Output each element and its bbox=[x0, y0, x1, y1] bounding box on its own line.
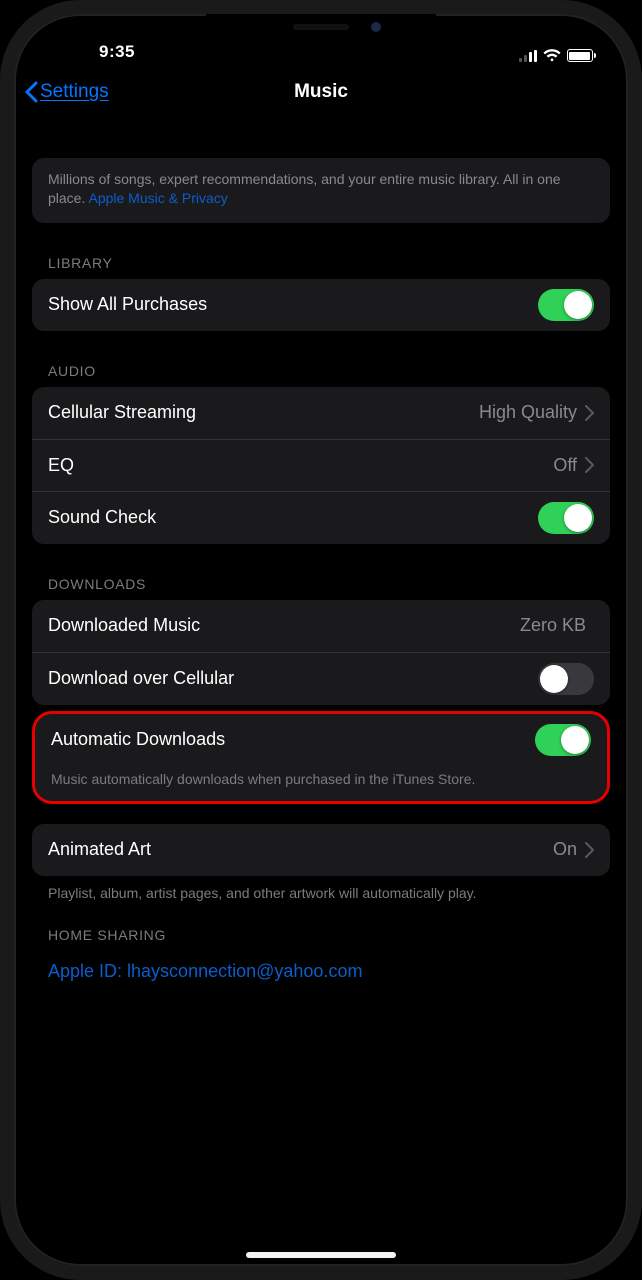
downloaded-music-row[interactable]: Downloaded Music Zero KB bbox=[32, 600, 610, 652]
animated-art-value: On bbox=[553, 839, 577, 860]
screen: 9:35 Settings Music bbox=[14, 14, 628, 1266]
section-header-home-sharing: HOME SHARING bbox=[48, 927, 610, 943]
intro-card: Millions of songs, expert recommendation… bbox=[32, 158, 610, 223]
chevron-right-icon bbox=[585, 405, 594, 421]
show-all-purchases-row[interactable]: Show All Purchases bbox=[32, 279, 610, 331]
audio-group: Cellular Streaming High Quality EQ Off S… bbox=[32, 387, 610, 544]
eq-value: Off bbox=[553, 455, 577, 476]
automatic-downloads-highlight: Automatic Downloads Music automatically … bbox=[32, 711, 610, 804]
chevron-left-icon bbox=[24, 81, 38, 103]
status-icons bbox=[519, 49, 605, 62]
animated-art-label: Animated Art bbox=[48, 839, 553, 860]
home-indicator[interactable] bbox=[246, 1252, 396, 1258]
show-all-purchases-toggle[interactable] bbox=[538, 289, 594, 321]
chevron-right-icon bbox=[585, 842, 594, 858]
downloaded-music-label: Downloaded Music bbox=[48, 615, 520, 636]
animated-art-footer: Playlist, album, artist pages, and other… bbox=[32, 876, 610, 903]
eq-row[interactable]: EQ Off bbox=[32, 439, 610, 491]
show-all-purchases-label: Show All Purchases bbox=[48, 294, 538, 315]
battery-icon bbox=[567, 49, 597, 62]
cellular-streaming-label: Cellular Streaming bbox=[48, 402, 479, 423]
downloaded-music-value: Zero KB bbox=[520, 615, 586, 636]
animated-art-row[interactable]: Animated Art On bbox=[32, 824, 610, 876]
eq-label: EQ bbox=[48, 455, 553, 476]
notch bbox=[206, 14, 436, 48]
sound-check-toggle[interactable] bbox=[538, 502, 594, 534]
download-over-cellular-row[interactable]: Download over Cellular bbox=[32, 652, 610, 705]
library-group: Show All Purchases bbox=[32, 279, 610, 331]
apple-id-row[interactable]: Apple ID: lhaysconnection@yahoo.com bbox=[32, 951, 610, 992]
download-over-cellular-label: Download over Cellular bbox=[48, 668, 538, 689]
back-button[interactable]: Settings bbox=[24, 81, 109, 103]
status-time: 9:35 bbox=[42, 42, 192, 62]
sound-check-row[interactable]: Sound Check bbox=[32, 491, 610, 544]
nav-bar: Settings Music bbox=[14, 66, 628, 118]
automatic-downloads-label: Automatic Downloads bbox=[51, 729, 535, 750]
section-header-library: LIBRARY bbox=[48, 255, 610, 271]
device-frame: 9:35 Settings Music bbox=[0, 0, 642, 1280]
section-header-downloads: DOWNLOADS bbox=[48, 576, 610, 592]
automatic-downloads-toggle[interactable] bbox=[535, 724, 591, 756]
cellular-streaming-value: High Quality bbox=[479, 402, 577, 423]
cellular-streaming-row[interactable]: Cellular Streaming High Quality bbox=[32, 387, 610, 439]
automatic-downloads-row[interactable]: Automatic Downloads bbox=[35, 714, 607, 766]
chevron-right-icon bbox=[585, 457, 594, 473]
downloads-group: Downloaded Music Zero KB Download over C… bbox=[32, 600, 610, 705]
automatic-downloads-footer: Music automatically downloads when purch… bbox=[35, 766, 607, 801]
privacy-link[interactable]: Apple Music & Privacy bbox=[88, 190, 227, 206]
download-over-cellular-toggle[interactable] bbox=[538, 663, 594, 695]
animated-art-group: Animated Art On bbox=[32, 824, 610, 876]
wifi-icon bbox=[543, 49, 561, 62]
sound-check-label: Sound Check bbox=[48, 507, 538, 528]
cell-signal-icon bbox=[519, 50, 537, 62]
back-label: Settings bbox=[40, 81, 109, 103]
section-header-audio: AUDIO bbox=[48, 363, 610, 379]
